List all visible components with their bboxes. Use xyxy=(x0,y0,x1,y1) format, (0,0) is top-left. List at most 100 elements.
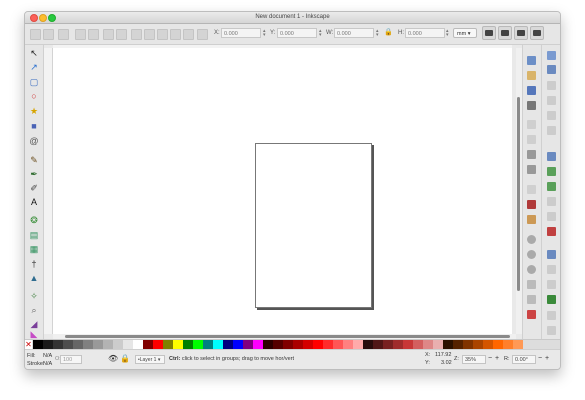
palette-swatch[interactable] xyxy=(423,340,433,349)
object-to-path-icon[interactable] xyxy=(183,29,194,40)
undo-icon[interactable] xyxy=(527,150,536,159)
rotate-cw-icon[interactable] xyxy=(88,29,99,40)
height-field[interactable]: 0.000 xyxy=(405,28,445,38)
palette-swatch[interactable] xyxy=(353,340,363,349)
snap-bbox-midpoint-icon[interactable] xyxy=(547,111,556,120)
palette-swatch[interactable] xyxy=(513,340,523,349)
stroke-value[interactable]: N/A xyxy=(43,361,52,367)
lower-icon[interactable] xyxy=(157,29,168,40)
raise-to-top-icon[interactable] xyxy=(131,29,142,40)
dropper-tool-icon[interactable]: † xyxy=(29,259,39,269)
y-field[interactable]: 0.000 xyxy=(277,28,317,38)
snap-grid-icon[interactable] xyxy=(547,326,556,335)
palette-swatch[interactable] xyxy=(33,340,43,349)
palette-swatch[interactable] xyxy=(153,340,163,349)
flip-vertical-icon[interactable] xyxy=(116,29,127,40)
group-icon[interactable] xyxy=(197,29,208,40)
select-all-layers-icon[interactable] xyxy=(43,29,54,40)
palette-swatch[interactable] xyxy=(453,340,463,349)
snap-object-center-icon[interactable] xyxy=(547,265,556,274)
text-tool-icon[interactable]: A xyxy=(29,197,39,207)
y-spin-icon[interactable]: ▴ ▾ xyxy=(319,29,322,38)
gradient-tool-icon[interactable]: ▤ xyxy=(29,230,39,240)
mesh-tool-icon[interactable]: ▦ xyxy=(29,244,39,254)
palette-swatch[interactable] xyxy=(93,340,103,349)
palette-swatch[interactable] xyxy=(83,340,93,349)
zoom-drawing-icon[interactable] xyxy=(527,250,536,259)
width-field[interactable]: 0.000 xyxy=(334,28,374,38)
palette-swatch[interactable] xyxy=(273,340,283,349)
lower-to-bottom-icon[interactable] xyxy=(170,29,181,40)
palette-swatch[interactable] xyxy=(63,340,73,349)
3dbox-tool-icon[interactable]: ■ xyxy=(29,121,39,131)
opacity-field[interactable]: 100 xyxy=(60,355,82,364)
connector-tool-icon[interactable]: ◣ xyxy=(29,329,39,339)
palette-swatch[interactable] xyxy=(313,340,323,349)
palette-swatch[interactable] xyxy=(163,340,173,349)
snap-enable-icon[interactable] xyxy=(547,51,556,60)
palette-swatch[interactable] xyxy=(223,340,233,349)
selector-tool-icon[interactable]: ↖ xyxy=(29,48,39,58)
paste-icon[interactable] xyxy=(527,215,536,224)
snap-bbox-edge-icon[interactable] xyxy=(547,81,556,90)
lock-icon[interactable]: 🔒 xyxy=(384,28,393,36)
palette-swatch[interactable] xyxy=(133,340,143,349)
measure-tool-icon[interactable]: ◢ xyxy=(29,319,39,329)
horizontal-scroll-thumb[interactable] xyxy=(65,335,510,338)
palette-swatch[interactable] xyxy=(173,340,183,349)
palette-swatch[interactable] xyxy=(193,340,203,349)
palette-swatch[interactable] xyxy=(473,340,483,349)
transform-gradients-button[interactable] xyxy=(514,26,528,40)
unlink-clone-icon[interactable] xyxy=(527,310,536,319)
w-spin-icon[interactable]: ▴ ▾ xyxy=(376,29,379,38)
snap-rotation-center-icon[interactable] xyxy=(547,280,556,289)
no-paint-swatch[interactable]: ✕ xyxy=(25,340,32,349)
palette-swatch[interactable] xyxy=(73,340,83,349)
calligraphy-tool-icon[interactable]: ✐ xyxy=(29,183,39,193)
palette-swatch[interactable] xyxy=(433,340,443,349)
palette-swatch[interactable] xyxy=(293,340,303,349)
pen-tool-icon[interactable]: ✒ xyxy=(29,169,39,179)
snap-nodes-icon[interactable] xyxy=(547,152,556,161)
palette-swatch[interactable] xyxy=(283,340,293,349)
layer-visibility-icon[interactable]: 👁 xyxy=(108,354,118,363)
zoom-page-icon[interactable] xyxy=(527,265,536,274)
rotation-minus-button[interactable]: − xyxy=(538,355,542,362)
palette-swatch[interactable] xyxy=(443,340,453,349)
export-icon[interactable] xyxy=(527,135,536,144)
layer-select[interactable]: •Layer 1 ▾ xyxy=(135,355,165,364)
zoom-plus-button[interactable]: + xyxy=(495,355,499,362)
x-spin-icon[interactable]: ▴ ▾ xyxy=(263,29,266,38)
layer-lock-icon[interactable]: 🔒 xyxy=(120,354,130,363)
palette-swatch[interactable] xyxy=(333,340,343,349)
fill-value[interactable]: N/A xyxy=(43,353,52,359)
palette-swatch[interactable] xyxy=(373,340,383,349)
snap-others-icon[interactable] xyxy=(547,250,556,259)
pencil-tool-icon[interactable]: ✎ xyxy=(29,155,39,165)
document-page[interactable] xyxy=(255,143,372,308)
palette-swatch[interactable] xyxy=(243,340,253,349)
print-icon[interactable] xyxy=(527,101,536,110)
palette-swatch[interactable] xyxy=(263,340,273,349)
palette-swatch[interactable] xyxy=(303,340,313,349)
unit-select[interactable]: mm ▾ xyxy=(453,28,477,38)
palette-swatch[interactable] xyxy=(323,340,333,349)
palette-swatch[interactable] xyxy=(463,340,473,349)
snap-path-icon[interactable] xyxy=(547,167,556,176)
vertical-scroll-thumb[interactable] xyxy=(517,97,520,291)
scale-stroke-button[interactable] xyxy=(482,26,496,40)
palette-swatch[interactable] xyxy=(53,340,63,349)
cut-icon[interactable] xyxy=(527,200,536,209)
snap-bbox-icon[interactable] xyxy=(547,65,556,74)
palette-swatch[interactable] xyxy=(213,340,223,349)
snap-bbox-center-icon[interactable] xyxy=(547,126,556,135)
palette-swatch[interactable] xyxy=(143,340,153,349)
zoom-selection-icon[interactable] xyxy=(527,235,536,244)
zoom-tool-icon[interactable]: ⌕ xyxy=(29,305,39,315)
palette-swatch[interactable] xyxy=(483,340,493,349)
palette-swatch[interactable] xyxy=(103,340,113,349)
rotation-plus-button[interactable]: + xyxy=(545,355,549,362)
deselect-icon[interactable] xyxy=(58,29,69,40)
snap-intersection-icon[interactable] xyxy=(547,182,556,191)
palette-swatch[interactable] xyxy=(343,340,353,349)
